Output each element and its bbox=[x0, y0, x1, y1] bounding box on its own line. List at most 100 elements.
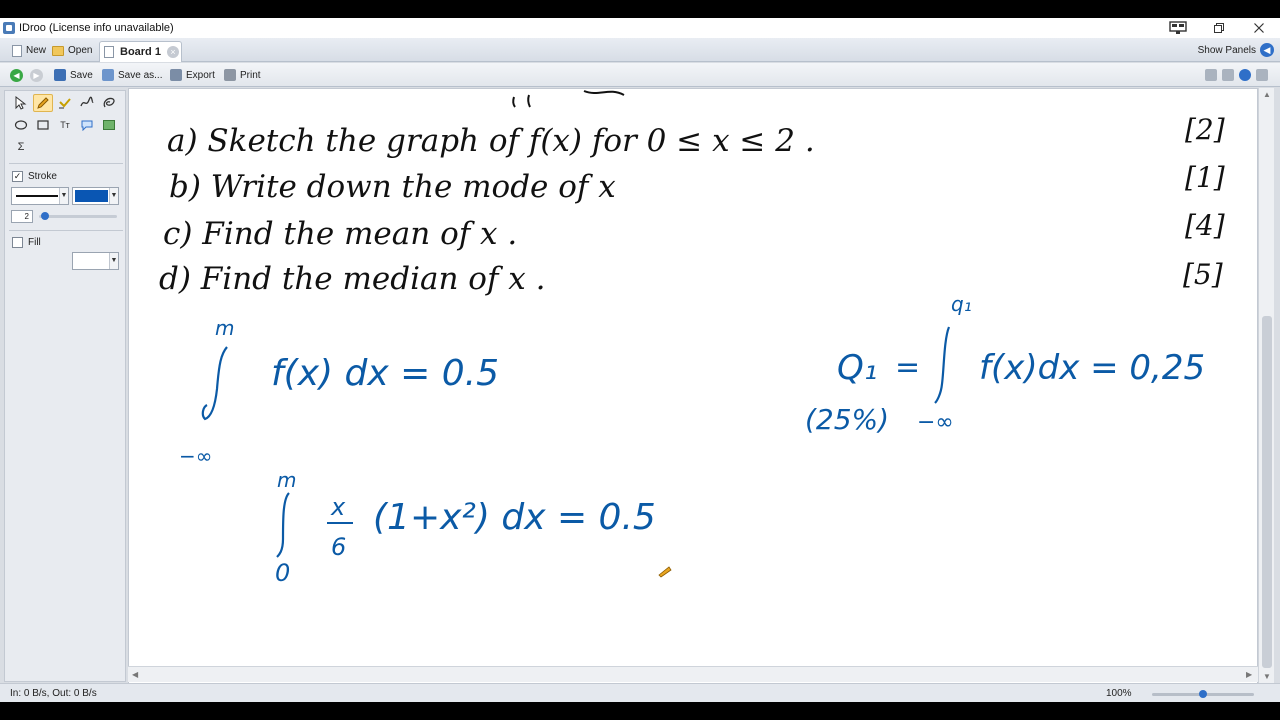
highlighter-tool-icon[interactable] bbox=[55, 94, 75, 112]
fill-checkbox[interactable] bbox=[12, 237, 23, 248]
formula-tool-icon[interactable]: Σ bbox=[11, 138, 31, 156]
app-logo-icon bbox=[3, 22, 15, 34]
board-tab-label: Board 1 bbox=[120, 46, 161, 58]
chevron-down-icon: ▼ bbox=[109, 188, 118, 204]
status-bar: In: 0 B/s, Out: 0 B/s 100% bbox=[0, 683, 1280, 702]
scroll-down-icon[interactable]: ▼ bbox=[1263, 672, 1271, 681]
freehand-tool-icon[interactable] bbox=[77, 94, 97, 112]
pen-cursor-icon bbox=[658, 566, 672, 578]
close-tab-icon[interactable]: × bbox=[166, 46, 179, 58]
work-fraction-numerator: x bbox=[330, 493, 346, 521]
stroke-checkbox[interactable]: ✓ bbox=[12, 171, 23, 182]
select-tool-icon[interactable] bbox=[11, 94, 31, 112]
export-label: Export bbox=[186, 69, 215, 81]
network-io-status: In: 0 B/s, Out: 0 B/s bbox=[10, 688, 97, 699]
median-integral-body: f(x) dx = 0.5 bbox=[271, 353, 499, 394]
fill-color-swatch bbox=[75, 255, 108, 267]
title-bar: IDroo (License info unavailable) bbox=[0, 18, 1280, 38]
work-upper-limit: m bbox=[277, 468, 296, 492]
print-button[interactable]: Print bbox=[224, 66, 261, 84]
scroll-right-icon[interactable]: ▶ bbox=[1246, 670, 1252, 679]
marks-a: [2] bbox=[1185, 113, 1225, 146]
panel-toggle-icon[interactable] bbox=[1256, 69, 1268, 81]
zoom-slider-knob[interactable] bbox=[1199, 690, 1207, 698]
stroke-style-select[interactable]: ▼ bbox=[11, 187, 69, 205]
tab-board-1[interactable]: Board 1 × bbox=[99, 41, 182, 62]
comment-tool-icon[interactable] bbox=[77, 116, 97, 134]
back-button[interactable]: ◀ bbox=[10, 66, 23, 84]
panel-divider bbox=[9, 163, 123, 164]
fill-color-picker[interactable]: ▼ bbox=[72, 252, 119, 270]
slider-knob[interactable] bbox=[41, 212, 49, 220]
image-tool-icon[interactable] bbox=[99, 116, 119, 134]
save-button[interactable]: Save bbox=[54, 66, 93, 84]
show-panels-label: Show Panels bbox=[1197, 44, 1256, 56]
q1-label: Q₁ bbox=[837, 348, 877, 388]
new-label: New bbox=[26, 45, 47, 56]
print-label: Print bbox=[240, 69, 261, 81]
horizontal-scrollbar[interactable]: ◀ ▶ bbox=[128, 666, 1258, 682]
save-as-button[interactable]: Save as... bbox=[102, 66, 162, 84]
tab-bar: New Open Board 1 × Show Panels ◀ bbox=[0, 38, 1280, 62]
ellipse-tool-icon[interactable] bbox=[11, 116, 31, 134]
vertical-scrollbar[interactable]: ▲ ▼ bbox=[1258, 88, 1274, 684]
show-panels-button[interactable]: Show Panels ◀ bbox=[1198, 43, 1274, 57]
folder-icon bbox=[52, 45, 64, 56]
floppy-disk-icon bbox=[54, 69, 66, 81]
chevron-down-icon: ▼ bbox=[59, 188, 68, 204]
question-b-text: b) Write down the mode of x bbox=[169, 169, 616, 205]
scroll-up-icon[interactable]: ▲ bbox=[1263, 90, 1271, 99]
work-fraction-denominator: 6 bbox=[331, 533, 346, 561]
save-label: Save bbox=[70, 69, 93, 81]
restore-button[interactable] bbox=[1199, 18, 1239, 38]
arrow-left-icon: ◀ bbox=[1260, 43, 1274, 57]
marks-b: [1] bbox=[1185, 161, 1225, 194]
back-arrow-icon: ◀ bbox=[10, 68, 23, 82]
new-document-icon bbox=[12, 44, 22, 57]
tools-panel: Tт Σ ✓ Stroke ▼ ▼ 2 Fill ▼ bbox=[4, 90, 126, 682]
stroke-color-picker[interactable]: ▼ bbox=[72, 187, 119, 205]
q1-upper-limit: q₁ bbox=[951, 292, 972, 316]
open-button[interactable]: Open bbox=[52, 42, 92, 59]
open-label: Open bbox=[68, 45, 93, 56]
forward-button[interactable]: ▶ bbox=[30, 66, 43, 84]
main-toolbar: ◀ ▶ Save Save as... Export Print bbox=[0, 63, 1280, 87]
settings-gear-icon[interactable] bbox=[1222, 69, 1234, 81]
stroke-width-slider[interactable] bbox=[39, 212, 117, 220]
new-button[interactable]: New bbox=[12, 42, 46, 59]
close-button[interactable] bbox=[1239, 18, 1279, 38]
question-a-text: a) Sketch the graph of f(x) for 0 ≤ x ≤ … bbox=[167, 123, 815, 159]
app-window: IDroo (License info unavailable) New Ope… bbox=[0, 18, 1280, 702]
monitor-icon[interactable] bbox=[1158, 18, 1198, 38]
save-as-label: Save as... bbox=[118, 69, 163, 81]
chevron-down-icon: ▼ bbox=[109, 253, 118, 269]
info-icon[interactable] bbox=[1239, 69, 1251, 81]
letterbox-bottom bbox=[0, 702, 1280, 720]
integral-sign-1 bbox=[201, 346, 228, 421]
stroke-label: Stroke bbox=[28, 171, 57, 182]
zoom-percentage: 100% bbox=[1106, 688, 1132, 699]
stroke-width-input[interactable]: 2 bbox=[11, 210, 33, 223]
q1-integral-body: f(x)dx = 0,25 bbox=[979, 348, 1205, 388]
integral-sign-2 bbox=[934, 326, 951, 404]
fill-label: Fill bbox=[28, 237, 41, 248]
q1-lower-limit: −∞ bbox=[917, 410, 954, 435]
zoom-slider[interactable] bbox=[1152, 690, 1254, 698]
rectangle-tool-icon[interactable] bbox=[33, 116, 53, 134]
whiteboard-canvas[interactable]: a) Sketch the graph of f(x) for 0 ≤ x ≤ … bbox=[128, 88, 1258, 684]
export-button[interactable]: Export bbox=[170, 66, 215, 84]
median-upper-limit: m bbox=[215, 316, 234, 340]
scroll-left-icon[interactable]: ◀ bbox=[132, 670, 138, 679]
lasso-tool-icon[interactable] bbox=[99, 94, 119, 112]
pen-tool-icon[interactable] bbox=[33, 94, 53, 112]
marks-d: [5] bbox=[1183, 258, 1223, 291]
text-tool-icon[interactable]: Tт bbox=[55, 116, 75, 134]
vertical-scroll-thumb[interactable] bbox=[1262, 316, 1272, 668]
board-document-icon bbox=[104, 46, 114, 58]
question-c-text: c) Find the mean of x . bbox=[163, 216, 517, 252]
export-icon bbox=[170, 69, 182, 81]
forward-arrow-icon: ▶ bbox=[30, 68, 43, 82]
fullscreen-icon[interactable] bbox=[1205, 69, 1217, 81]
work-lower-limit: 0 bbox=[275, 559, 290, 587]
window-title: IDroo (License info unavailable) bbox=[19, 22, 174, 34]
